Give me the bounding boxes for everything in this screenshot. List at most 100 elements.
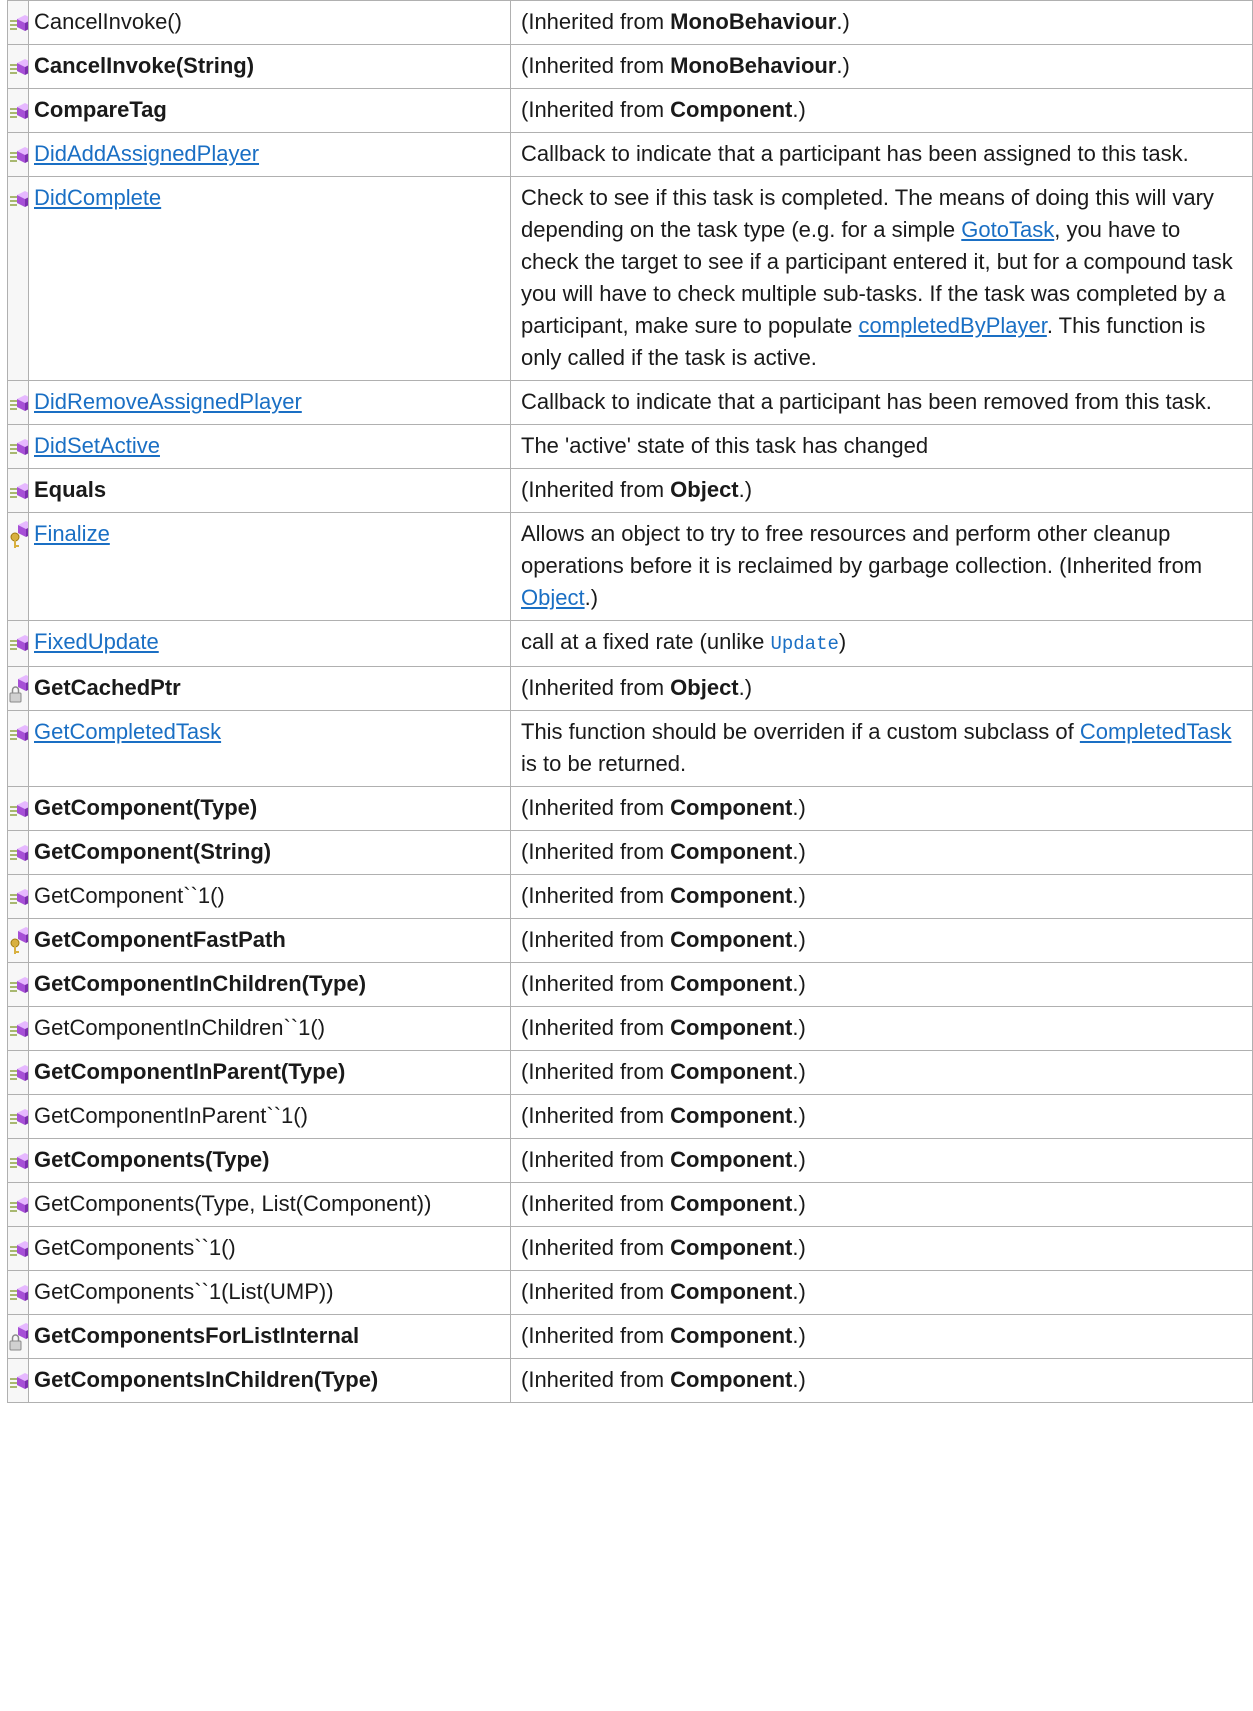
- member-icon-cell: [7, 1226, 29, 1271]
- inherited-from-type: Component: [670, 1323, 793, 1348]
- description-text: Callback to indicate that a participant …: [521, 141, 1189, 166]
- public-method-icon: [9, 1277, 28, 1309]
- member-name-link[interactable]: DidComplete: [34, 185, 161, 210]
- private-method-icon: [9, 673, 28, 705]
- member-icon-cell: [7, 786, 29, 831]
- member-name: GetComponents(Type, List(Component)): [34, 1191, 432, 1216]
- member-name-cell: Equals: [28, 468, 511, 513]
- description-text: .): [792, 795, 806, 820]
- public-method-icon: [9, 837, 28, 869]
- public-method-icon: [9, 881, 28, 913]
- member-description-cell: (Inherited from Component.): [510, 1314, 1253, 1359]
- member-description-cell: (Inherited from Component.): [510, 874, 1253, 919]
- member-name: Equals: [34, 477, 107, 502]
- description-text: This function should be overriden if a c…: [521, 719, 1080, 744]
- member-description-cell: Callback to indicate that a participant …: [510, 132, 1253, 177]
- member-description-cell: call at a fixed rate (unlike Update): [510, 620, 1253, 667]
- public-method-icon: [9, 969, 28, 1001]
- description-text: .): [836, 9, 850, 34]
- member-icon-cell: [7, 1314, 29, 1359]
- member-name-cell: GetComponentInParent(Type): [28, 1050, 511, 1095]
- member-description-cell: (Inherited from Component.): [510, 1226, 1253, 1271]
- description-text: (Inherited from: [521, 1059, 671, 1084]
- description-text: (Inherited from: [521, 477, 671, 502]
- member-name-link[interactable]: FixedUpdate: [34, 629, 159, 654]
- public-method-icon: [9, 627, 28, 659]
- description-text: .): [738, 675, 753, 700]
- member-description-cell: (Inherited from Component.): [510, 1270, 1253, 1315]
- member-name: GetCachedPtr: [34, 675, 181, 700]
- member-name-cell: GetComponentInChildren``1(): [28, 1006, 511, 1051]
- member-name-cell: GetComponentsInChildren(Type): [28, 1358, 511, 1403]
- member-name-link[interactable]: Finalize: [34, 521, 110, 546]
- inherited-from-type: Component: [670, 1279, 793, 1304]
- description-text: (Inherited from: [521, 1191, 671, 1216]
- table-row: DidRemoveAssignedPlayer Callback to indic…: [7, 380, 1253, 425]
- description-text: (Inherited from: [521, 1279, 671, 1304]
- inherited-from-type: Component: [670, 883, 793, 908]
- inherited-from-type: Component: [670, 795, 793, 820]
- description-link[interactable]: GotoTask: [961, 217, 1054, 242]
- member-name-cell: GetCachedPtr: [28, 666, 511, 711]
- table-row: GetComponents(Type, List(Component)) (Inh…: [7, 1182, 1253, 1227]
- member-name: GetComponent(Type): [34, 795, 258, 820]
- public-method-icon: [9, 1013, 28, 1045]
- member-icon-cell: [7, 0, 29, 45]
- member-name: GetComponents(Type): [34, 1147, 270, 1172]
- member-name-cell: CancelInvoke(String): [28, 44, 511, 89]
- member-icon-cell: [7, 176, 29, 381]
- inherited-from-type: MonoBehaviour: [670, 9, 837, 34]
- table-row: GetComponentInParent(Type) (Inherited fro…: [7, 1050, 1253, 1095]
- table-row: DidSetActive The 'active' state of this t…: [7, 424, 1253, 469]
- inherited-from-type: Component: [670, 97, 793, 122]
- member-icon-cell: [7, 380, 29, 425]
- description-code: Update: [770, 633, 839, 655]
- table-row: GetComponents``1(List(UMP)) (Inherited fr…: [7, 1270, 1253, 1315]
- description-link[interactable]: completedByPlayer: [859, 313, 1047, 338]
- member-icon-cell: [7, 830, 29, 875]
- inherited-from-type: Component: [670, 839, 793, 864]
- member-name-link[interactable]: DidAddAssignedPlayer: [34, 141, 259, 166]
- description-link[interactable]: CompletedTask: [1080, 719, 1232, 744]
- private-method-icon: [9, 1321, 28, 1353]
- description-link[interactable]: Object: [521, 585, 585, 610]
- members-table-body: CancelInvoke() (Inherited from MonoBehavi…: [7, 0, 1253, 1403]
- member-name: CancelInvoke(): [34, 9, 182, 34]
- description-text: .): [792, 927, 806, 952]
- description-text: (Inherited from: [521, 53, 671, 78]
- public-method-icon: [9, 717, 28, 749]
- description-text: call at a fixed rate (unlike: [521, 629, 771, 654]
- description-text: ): [838, 629, 847, 654]
- description-text: .): [836, 53, 850, 78]
- description-text: (Inherited from: [521, 1015, 671, 1040]
- table-row: GetComponent``1() (Inherited from Compone…: [7, 874, 1253, 919]
- table-row: GetComponentInChildren(Type) (Inherited f…: [7, 962, 1253, 1007]
- member-description-cell: (Inherited from Component.): [510, 1138, 1253, 1183]
- inherited-from-type: Component: [670, 927, 793, 952]
- member-name: GetComponent(String): [34, 839, 272, 864]
- table-row: GetComponents``1() (Inherited from Compon…: [7, 1226, 1253, 1271]
- description-text: (Inherited from: [521, 97, 671, 122]
- table-row: GetComponents(Type) (Inherited from Compo…: [7, 1138, 1253, 1183]
- member-name: GetComponents``1(List(UMP)): [34, 1279, 334, 1304]
- public-method-icon: [9, 1101, 28, 1133]
- table-row: GetComponent(String) (Inherited from Comp…: [7, 830, 1253, 875]
- description-text: .): [792, 1323, 806, 1348]
- member-name-cell: DidSetActive: [28, 424, 511, 469]
- member-name-link[interactable]: GetCompletedTask: [34, 719, 221, 744]
- description-text: (Inherited from: [521, 795, 671, 820]
- member-icon-cell: [7, 666, 29, 711]
- public-method-icon: [9, 7, 28, 39]
- member-description-cell: (Inherited from Component.): [510, 918, 1253, 963]
- member-name: GetComponentInChildren(Type): [34, 971, 367, 996]
- description-text: is to be returned.: [521, 751, 687, 776]
- description-text: Allows an object to try to free resource…: [521, 521, 1203, 578]
- member-icon-cell: [7, 468, 29, 513]
- public-method-icon: [9, 1057, 28, 1089]
- member-name-link[interactable]: DidSetActive: [34, 433, 160, 458]
- inherited-from-type: Component: [670, 971, 793, 996]
- description-text: (Inherited from: [521, 1103, 671, 1128]
- member-name-link[interactable]: DidRemoveAssignedPlayer: [34, 389, 302, 414]
- member-name-cell: GetComponent(String): [28, 830, 511, 875]
- description-text: (Inherited from: [521, 1147, 671, 1172]
